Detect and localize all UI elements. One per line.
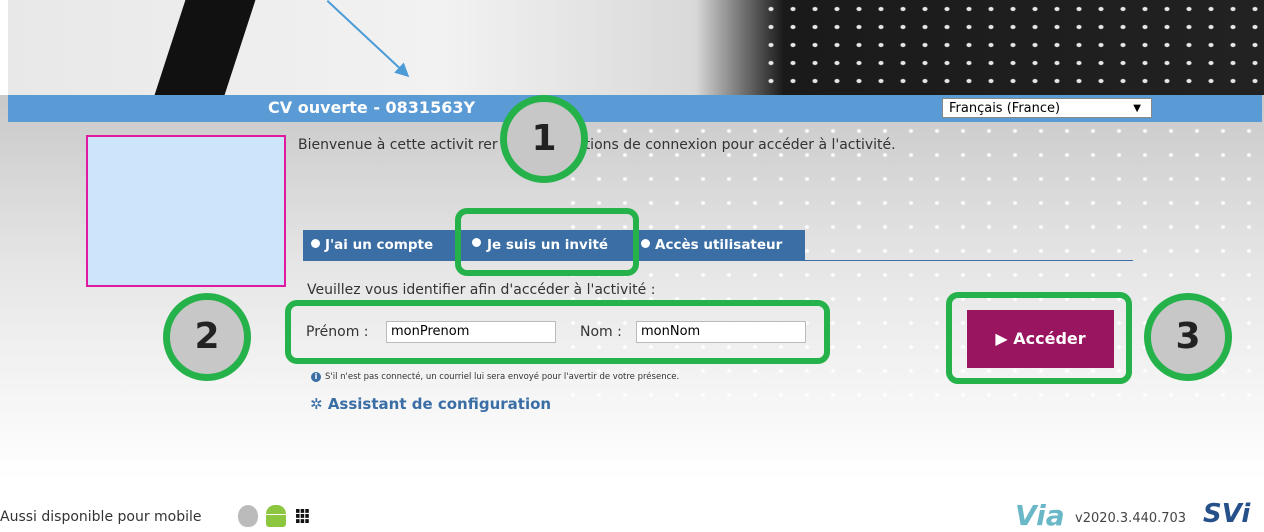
title-bar: CV ouverte - 0831563Y Français (France) … xyxy=(8,95,1262,122)
dropdown-caret-icon: ▼ xyxy=(1133,103,1141,114)
tab-user-access[interactable]: Accès utilisateur xyxy=(633,230,805,260)
svi-logo: SVi xyxy=(1203,499,1251,529)
background-photo xyxy=(0,0,1264,95)
welcome-message: Bienvenue à cette activit rer vos inform… xyxy=(298,137,896,153)
callout-box-access-button xyxy=(946,292,1132,384)
radio-icon xyxy=(641,239,650,248)
laptop-shape xyxy=(154,0,256,95)
blackberry-icon[interactable]: ⁝⁝⁝ xyxy=(294,505,311,527)
radio-icon xyxy=(311,239,320,248)
tab-have-account[interactable]: J'ai un compte xyxy=(303,230,463,260)
language-value: Français (France) xyxy=(949,101,1061,116)
info-note: i S'il n'est pas connecté, un courriel lu… xyxy=(311,372,679,382)
info-icon: i xyxy=(311,372,321,382)
version-number: v2020.3.440.703 xyxy=(1075,511,1187,526)
callout-box-name-fields xyxy=(285,300,830,364)
language-select[interactable]: Français (France) ▼ xyxy=(942,98,1152,118)
callout-number-3: 3 xyxy=(1144,293,1232,381)
callout-number-1: 1 xyxy=(500,95,588,183)
tab-divider xyxy=(303,260,1133,261)
identify-instruction: Veuillez vous identifier afin d'accéder … xyxy=(307,282,656,298)
apple-icon[interactable] xyxy=(238,505,258,527)
avatar-placeholder xyxy=(86,135,286,287)
android-icon[interactable] xyxy=(266,505,286,527)
gear-icon: ✲ xyxy=(310,395,323,413)
mobile-availability-text: Aussi disponible pour mobile xyxy=(0,509,202,525)
activity-title: CV ouverte - 0831563Y xyxy=(268,98,476,117)
via-logo: Via xyxy=(1015,499,1065,532)
dotted-fabric xyxy=(760,0,1264,95)
callout-box-guest-tab xyxy=(455,208,639,276)
configuration-wizard-link[interactable]: ✲ Assistant de configuration xyxy=(310,395,551,413)
callout-number-2: 2 xyxy=(163,293,251,381)
